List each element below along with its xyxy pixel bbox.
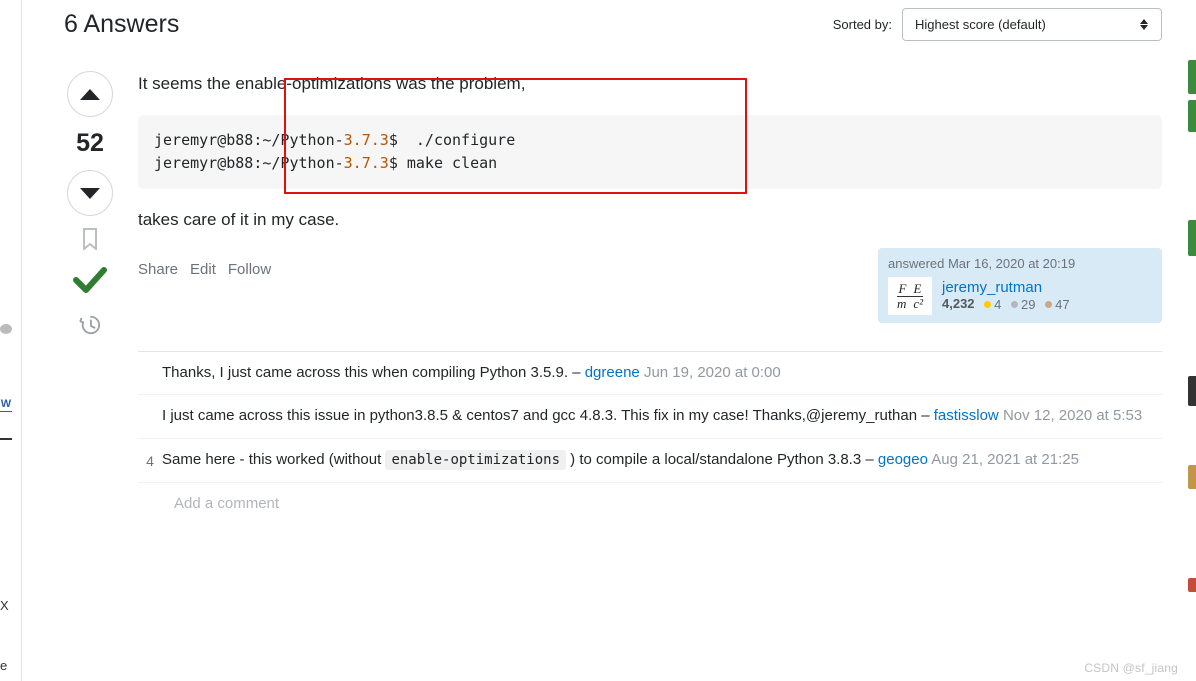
- comments-list: Thanks, I just came across this when com…: [138, 351, 1162, 483]
- answer-paragraph-2: takes care of it in my case.: [138, 207, 1162, 233]
- code-block: jeremyr@b88:~/Python-3.7.3$ ./configure …: [138, 115, 1162, 190]
- gutter-dash: [0, 438, 12, 440]
- chevron-down-icon: [1140, 25, 1148, 30]
- comment-date: Jun 19, 2020 at 0:00: [644, 364, 781, 381]
- triangle-up-icon: [80, 89, 100, 100]
- timeline-button[interactable]: [79, 314, 101, 340]
- answer-paragraph-1: It seems the enable-optimizations was th…: [138, 71, 1162, 97]
- gutter-letter-x: X: [0, 598, 12, 612]
- follow-link[interactable]: Follow: [228, 261, 271, 278]
- comment: Thanks, I just came across this when com…: [138, 352, 1162, 396]
- comment-score: [138, 405, 162, 428]
- bookmark-button[interactable]: [81, 228, 99, 250]
- chevron-up-icon: [1140, 19, 1148, 24]
- comment: I just came across this issue in python3…: [138, 395, 1162, 439]
- sort-select[interactable]: Highest score (default): [902, 8, 1162, 41]
- avatar[interactable]: FE mc²: [888, 277, 932, 315]
- comment-user-link[interactable]: geogeo: [878, 451, 928, 468]
- user-link[interactable]: jeremy_rutman: [942, 279, 1070, 296]
- triangle-down-icon: [80, 188, 100, 199]
- gutter-dot: [0, 324, 12, 334]
- watermark: CSDN @sf_jiang: [1084, 661, 1178, 675]
- comment: 4 Same here - this worked (without enabl…: [138, 439, 1162, 483]
- edit-link[interactable]: Edit: [190, 261, 216, 278]
- answers-count-title: 6 Answers: [64, 10, 179, 39]
- silver-badge-icon: [1011, 301, 1018, 308]
- comment-user-link[interactable]: fastisslow: [934, 407, 999, 424]
- add-comment-link[interactable]: Add a comment: [138, 483, 1162, 512]
- left-gutter: W X e: [0, 0, 22, 681]
- bookmark-icon: [81, 228, 99, 250]
- check-icon: [72, 262, 108, 298]
- comment-score: [138, 362, 162, 385]
- answered-time: answered Mar 16, 2020 at 20:19: [888, 256, 1152, 271]
- downvote-button[interactable]: [67, 170, 113, 216]
- vote-score: 52: [76, 129, 104, 158]
- comment-date: Aug 21, 2021 at 21:25: [931, 451, 1079, 468]
- comment-score: 4: [138, 449, 162, 472]
- gold-badge-icon: [984, 301, 991, 308]
- comment-user-link[interactable]: dgreene: [585, 364, 640, 381]
- history-icon: [79, 314, 101, 336]
- upvote-button[interactable]: [67, 71, 113, 117]
- bronze-badge-icon: [1045, 301, 1052, 308]
- right-tabs-stub: [1184, 0, 1196, 681]
- accepted-checkmark: [72, 262, 108, 302]
- gutter-letter-e: e: [0, 658, 12, 672]
- user-reputation: 4,232 4 29 47: [942, 296, 1070, 312]
- share-link[interactable]: Share: [138, 261, 178, 278]
- sorted-by-label: Sorted by:: [833, 17, 892, 32]
- comment-date: Nov 12, 2020 at 5:53: [1003, 407, 1142, 424]
- user-card: answered Mar 16, 2020 at 20:19 FE mc² je…: [878, 248, 1162, 323]
- gutter-badge-w: W: [0, 398, 12, 412]
